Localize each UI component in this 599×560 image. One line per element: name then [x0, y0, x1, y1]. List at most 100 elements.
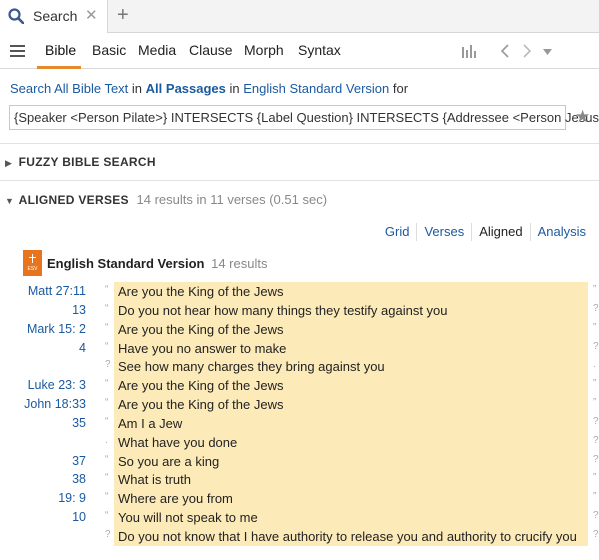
aligned-section-header[interactable]: ▼ ALIGNED VERSES 14 results in 11 verses… — [5, 192, 327, 207]
verse-reference[interactable]: 19: 9 — [58, 491, 86, 505]
result-row[interactable]: Mark 15: 2 “ Are you the King of the Jews ” — [0, 319, 599, 339]
right-context-mark: ? — [593, 340, 599, 352]
version-result-count: 14 results — [211, 256, 268, 271]
verse-reference[interactable]: 13 — [72, 303, 86, 317]
right-context-mark: ” — [593, 491, 597, 503]
highlight — [114, 413, 588, 433]
close-icon[interactable]: ✕ — [85, 6, 98, 26]
tab-basic[interactable]: Basic — [92, 42, 126, 58]
verse-text: Are you the King of the Jews — [118, 284, 284, 299]
result-row[interactable]: Matt 27:11 “ Are you the King of the Jews ” — [0, 282, 599, 301]
verse-text: What have you done — [118, 434, 238, 450]
right-context-mark: ” — [593, 284, 597, 295]
in-label: in — [131, 81, 143, 96]
tab-morph[interactable]: Morph — [244, 42, 284, 58]
result-row[interactable]: 10 “ You will not speak to me? — [0, 508, 599, 527]
verse-reference[interactable]: John 18:33 — [24, 397, 86, 411]
left-context-mark: “ — [105, 415, 109, 427]
result-row[interactable]: 13 “ Do you not hear how many things they … — [0, 300, 599, 320]
verse-reference[interactable]: 4 — [79, 341, 86, 355]
result-row[interactable]: ? See how many charges they bring against… — [0, 357, 599, 377]
verse-reference[interactable]: Matt 27:11 — [28, 284, 86, 298]
verse-text: Do you not hear how many things they tes… — [118, 302, 448, 318]
view-tabs: Grid Verses Aligned Analysis — [378, 223, 593, 243]
left-context-mark: “ — [105, 510, 109, 522]
result-row[interactable]: . What have you done? — [0, 432, 599, 452]
result-row[interactable]: 37 “ So you are a king? — [0, 451, 599, 471]
all-bible-text-link[interactable]: All Bible Text — [54, 81, 128, 96]
results-list: Matt 27:11 “ Are you the King of the Jews ”… — [0, 282, 599, 546]
verse-text: What is truth — [118, 472, 191, 488]
verse-text: Are you the King of the Jews — [118, 397, 284, 413]
version-name[interactable]: English Standard Version — [47, 256, 204, 271]
result-row[interactable]: John 18:33 “ Are you the King of the Jews ” — [0, 395, 599, 414]
chart-icon[interactable] — [461, 44, 477, 58]
left-context-mark: “ — [105, 284, 109, 295]
divider — [0, 143, 599, 144]
view-tab-analysis[interactable]: Analysis — [529, 223, 593, 241]
star-icon[interactable]: ★ — [575, 107, 590, 127]
all-passages-link[interactable]: All Passages — [146, 81, 226, 96]
result-row[interactable]: 4 “ Have you no answer to make? — [0, 338, 599, 358]
verse-reference[interactable]: Luke 23: 3 — [28, 378, 86, 392]
verse-text: See how many charges they bring against … — [118, 359, 385, 375]
verse-reference[interactable]: 10 — [72, 510, 86, 524]
query-input[interactable]: {Speaker <Person Pilate>} INTERSECTS {La… — [9, 105, 599, 130]
verse-text: You will not speak to me — [118, 510, 258, 526]
for-label: for — [392, 81, 409, 96]
verse-reference[interactable]: Mark 15: 2 — [27, 322, 86, 336]
verse-text: Are you the King of the Jews — [118, 378, 284, 394]
active-tab-indicator — [37, 66, 81, 69]
tab-bible[interactable]: Bible — [45, 42, 76, 58]
left-context-mark: “ — [105, 321, 109, 333]
verse-reference[interactable]: 37 — [72, 454, 86, 468]
left-context-mark: “ — [105, 340, 109, 352]
result-row[interactable]: 38 “ What is truth ” — [0, 470, 599, 490]
search-description: Search All Bible Text in All Passages in… — [10, 81, 408, 96]
tab-media[interactable]: Media — [138, 42, 176, 58]
view-tab-aligned[interactable]: Aligned — [471, 223, 529, 241]
verse-reference[interactable]: 35 — [72, 416, 86, 430]
left-context-mark: “ — [105, 472, 109, 484]
forward-icon[interactable] — [522, 44, 532, 58]
left-context-mark: “ — [105, 378, 109, 390]
tab-syntax[interactable]: Syntax — [298, 42, 341, 58]
right-context-mark: ? — [593, 415, 599, 427]
left-context-mark: ? — [105, 359, 111, 371]
esv-book-icon[interactable]: ESV — [23, 250, 42, 276]
result-row[interactable]: Luke 23: 3 “ Are you the King of the Jews ” — [0, 376, 599, 396]
verse-text: Do you not know that I have authority to… — [118, 528, 577, 544]
aligned-section-stats: 14 results in 11 verses (0.51 sec) — [136, 192, 328, 207]
left-context-mark: “ — [105, 453, 109, 465]
chevron-down-icon[interactable] — [543, 49, 552, 55]
collapsed-triangle-icon: ▶ — [5, 158, 13, 168]
verse-text: Have you no answer to make — [118, 340, 287, 356]
in-label-2: in — [229, 81, 240, 96]
left-context-mark: “ — [105, 491, 109, 503]
tab-clause[interactable]: Clause — [189, 42, 233, 58]
right-context-mark: ? — [593, 510, 599, 522]
right-context-mark: ” — [593, 397, 597, 409]
view-tab-grid[interactable]: Grid — [378, 223, 417, 241]
back-icon[interactable] — [500, 44, 510, 58]
verse-reference[interactable]: 38 — [72, 472, 86, 486]
query-text: {Speaker <Person Pilate>} INTERSECTS {La… — [14, 110, 599, 125]
version-link[interactable]: English Standard Version — [243, 81, 389, 96]
search-link[interactable]: Search — [10, 81, 51, 96]
menu-icon[interactable] — [10, 45, 25, 57]
add-tab-icon[interactable]: + — [117, 4, 129, 26]
verse-text: Where are you from — [118, 491, 233, 507]
fuzzy-section-header[interactable]: ▶ FUZZY BIBLE SEARCH — [5, 155, 156, 169]
view-tab-verses[interactable]: Verses — [416, 223, 471, 241]
toolbar: Bible Basic Media Clause Morph Syntax — [0, 33, 599, 69]
search-tab[interactable]: Search ✕ — [0, 0, 108, 33]
left-context-mark: . — [105, 434, 108, 446]
tab-title: Search — [33, 8, 78, 24]
result-row[interactable]: 35 “ Am I a Jew? — [0, 413, 599, 433]
expanded-triangle-icon: ▼ — [5, 196, 15, 206]
right-context-mark: ” — [593, 378, 597, 390]
version-header: English Standard Version 14 results — [47, 256, 267, 271]
result-row[interactable]: 19: 9 “ Where are you from ” — [0, 489, 599, 509]
result-row[interactable]: ? Do you not know that I have authority t… — [0, 526, 599, 546]
divider — [0, 180, 599, 181]
